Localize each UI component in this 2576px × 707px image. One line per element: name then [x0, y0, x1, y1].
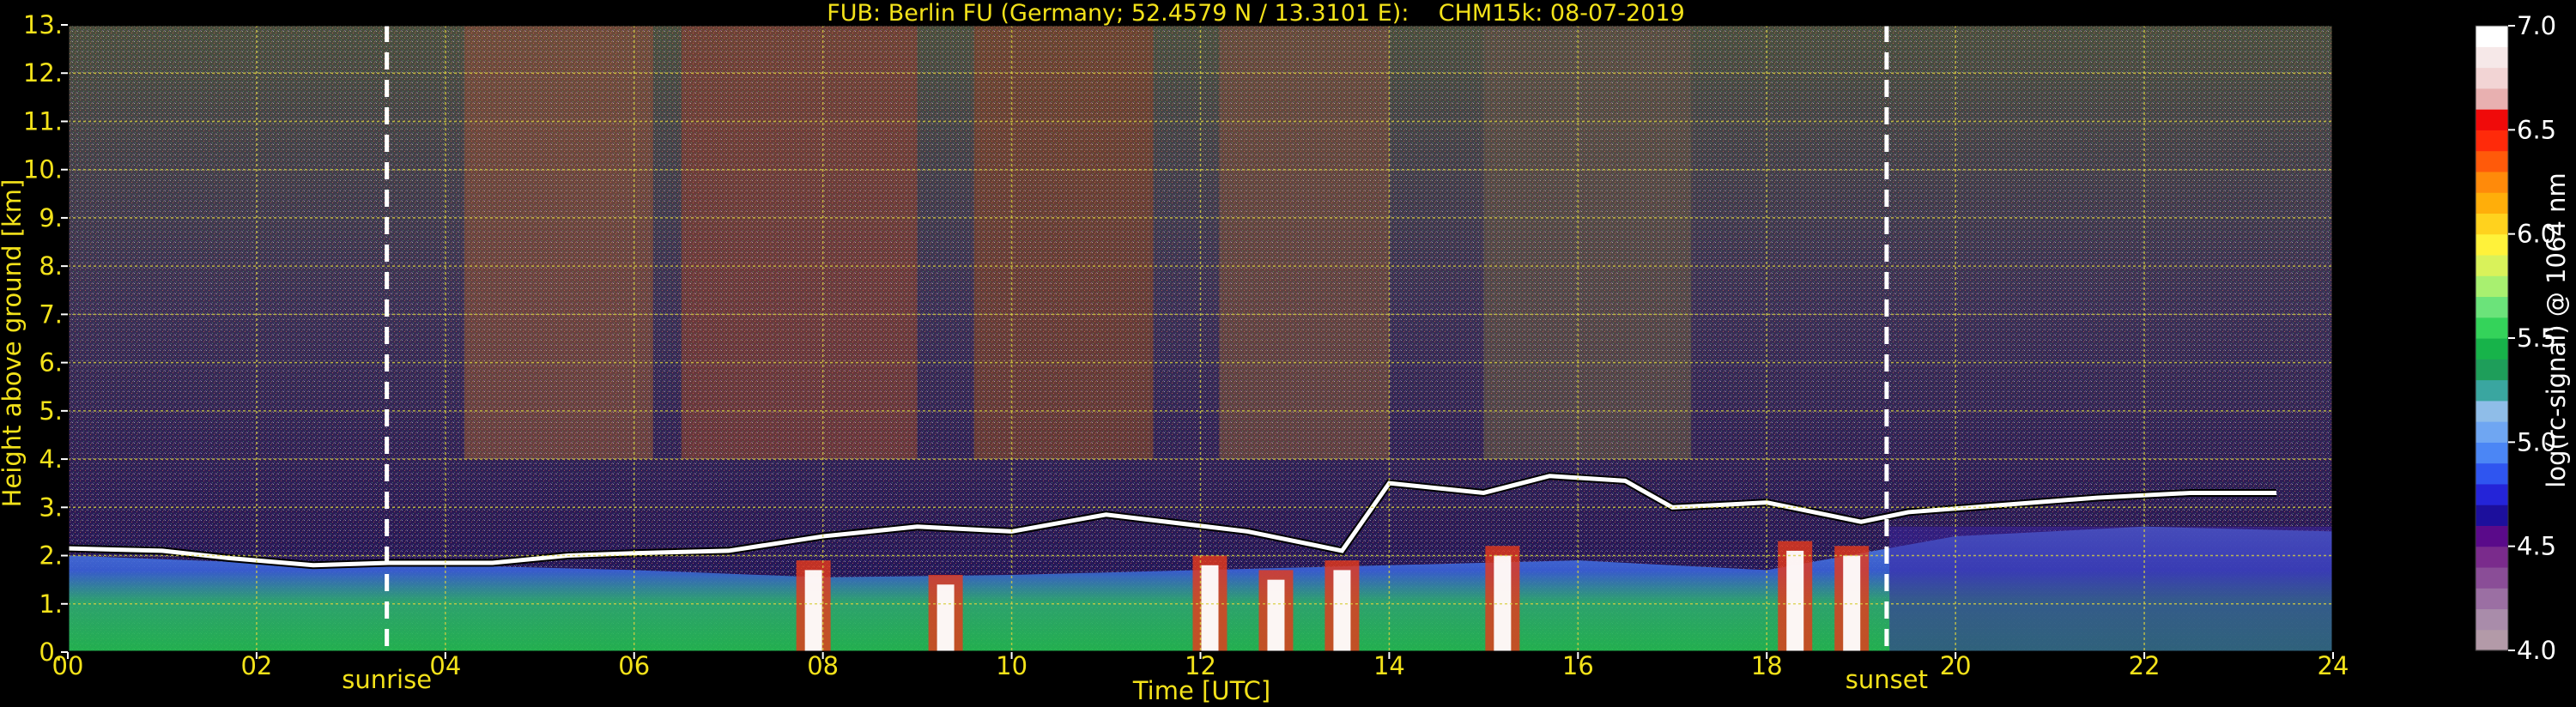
colorbar-swatch [2476, 26, 2508, 47]
chart-title: FUB: Berlin FU (Germany; 52.4579 N / 13.… [827, 0, 1685, 27]
colorbar-swatch [2476, 130, 2508, 152]
precip-core [936, 584, 955, 652]
colorbar-swatch [2476, 171, 2508, 193]
x-tick-label: 16 [1562, 651, 1594, 680]
x-axis-label: Time [UTC] [1132, 676, 1270, 705]
precip-core [1201, 565, 1219, 652]
colorbar-swatch [2476, 317, 2508, 339]
y-tick-label: 10. [23, 155, 63, 184]
colorbar-tick-label: 4.0 [2517, 636, 2556, 665]
colorbar-swatch [2476, 275, 2508, 298]
y-tick-label: 11. [23, 106, 63, 136]
y-tick-label: 12. [23, 58, 63, 88]
colorbar-swatch [2476, 359, 2508, 381]
x-tick-label: 02 [240, 651, 272, 680]
colorbar-swatch [2476, 483, 2508, 505]
precip-core [804, 570, 822, 652]
colorbar-swatch [2476, 462, 2508, 485]
colorbar-tick-label: 7.0 [2517, 11, 2556, 40]
colorbar-swatch [2476, 525, 2508, 547]
y-tick-label: 6. [39, 348, 63, 378]
y-tick-label: 9. [39, 203, 63, 233]
precip-core [1333, 570, 1351, 652]
y-tick-label: 1. [39, 589, 63, 619]
x-tick-label: 18 [1751, 651, 1783, 680]
precip-core [1267, 579, 1285, 652]
marker-label: sunrise [342, 665, 432, 694]
x-tick-label: 04 [429, 651, 461, 680]
y-tick-label: 13. [23, 10, 63, 39]
colorbar-label: log(rc-signal) @ 1064 nm [2542, 172, 2571, 487]
x-tick-label: 10 [996, 651, 1027, 680]
colorbar-tick-label: 6.5 [2517, 115, 2556, 144]
colorbar-swatch [2476, 546, 2508, 568]
colorbar-swatch [2476, 254, 2508, 276]
y-tick-label: 8. [39, 251, 63, 281]
marker-label: sunset [1846, 665, 1928, 694]
x-tick-label: 24 [2318, 651, 2349, 680]
colorbar-swatch [2476, 421, 2508, 443]
colorbar-swatch [2476, 338, 2508, 360]
y-tick-label: 4. [39, 444, 63, 474]
colorbar-swatch [2476, 400, 2508, 422]
y-tick-label: 5. [39, 396, 63, 426]
x-tick-label: 06 [618, 651, 650, 680]
colorbar-swatch [2476, 505, 2508, 526]
colorbar-swatch [2476, 296, 2508, 318]
y-tick-label: 2. [39, 541, 63, 571]
chart: sunrise sunset 00 02 04 06 08 10 12 14 16 18 20 22 24… [0, 0, 2571, 705]
colorbar-swatch [2476, 192, 2508, 214]
x-tick-label: 08 [807, 651, 839, 680]
colorbar-swatch [2476, 109, 2508, 130]
y-axis-label: Height above ground [km] [0, 179, 27, 508]
x-tick-label: 20 [1940, 651, 1972, 680]
colorbar-swatch [2476, 379, 2508, 402]
colorbar-swatch [2476, 233, 2508, 256]
y-tick-label: 0. [39, 638, 63, 667]
colorbar-swatch [2476, 150, 2508, 172]
colorbar-swatch [2476, 566, 2508, 589]
y-tick-label: 3. [39, 492, 63, 522]
precip-core [1786, 550, 1804, 652]
colorbar-swatch [2476, 67, 2508, 89]
colorbar-swatch [2476, 629, 2508, 651]
colorbar-swatch [2476, 213, 2508, 235]
colorbar-swatch [2476, 588, 2508, 610]
colorbar-swatch [2476, 442, 2508, 464]
x-tick-label: 14 [1373, 651, 1405, 680]
colorbar-tick-label: 4.5 [2517, 532, 2556, 561]
y-tick-label: 7. [39, 299, 63, 329]
colorbar-swatch [2476, 88, 2508, 110]
x-tick-label: 22 [2129, 651, 2161, 680]
colorbar-swatch [2476, 46, 2508, 69]
colorbar-swatch [2476, 608, 2508, 631]
